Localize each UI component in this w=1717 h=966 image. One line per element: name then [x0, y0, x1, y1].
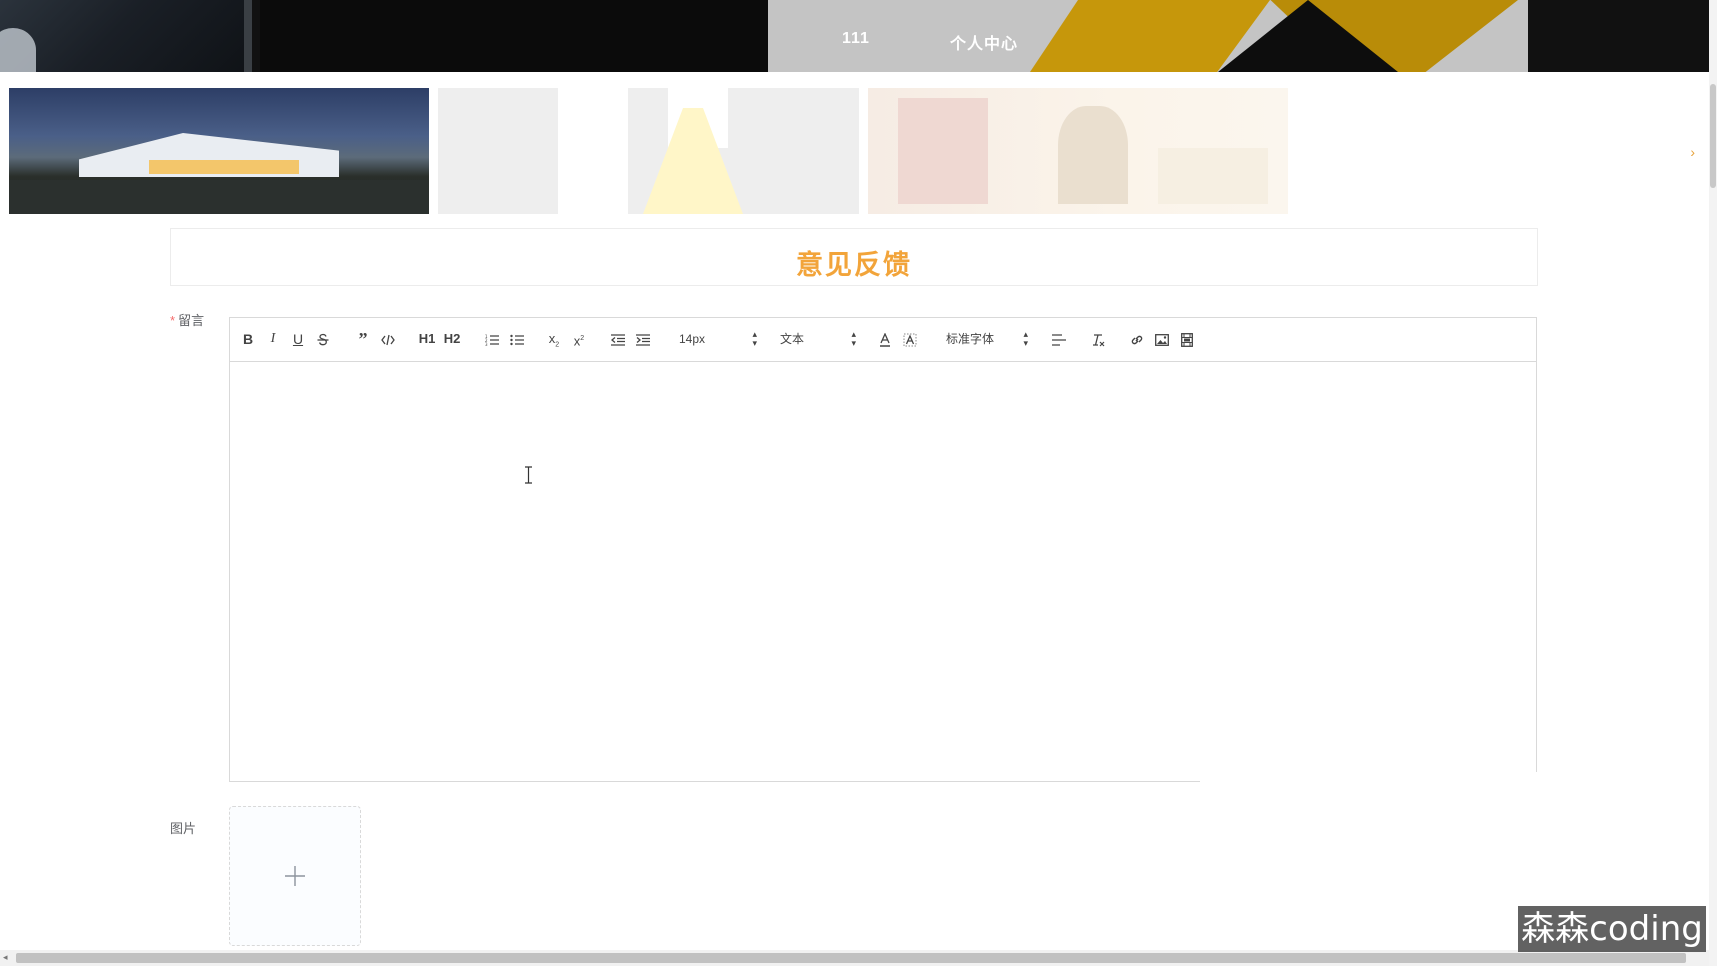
rich-text-editor: B I U ” H1 H2 123 x2 x2 14px ▴ ▾ 文本 ▴ ▾ … [229, 317, 1537, 782]
required-mark: * [170, 313, 176, 328]
header-type-caret-icon: ▴ ▾ [851, 329, 856, 348]
video-button[interactable] [1176, 329, 1198, 349]
nav-item-user-center[interactable]: 个人中心 [950, 30, 1018, 54]
bullet-list-button[interactable] [506, 329, 528, 349]
plus-icon [285, 866, 305, 886]
code-icon [381, 335, 395, 346]
outdent-button[interactable] [607, 329, 629, 349]
scroll-left-icon[interactable]: ◂ [3, 952, 8, 963]
font-color-icon [880, 332, 890, 348]
h1-button[interactable]: H1 [416, 329, 438, 349]
header-banner-middle [260, 0, 768, 72]
carousel-slide-city[interactable] [868, 88, 1288, 214]
horizontal-scrollbar[interactable]: ◂ [0, 950, 1709, 966]
bold-button[interactable]: B [237, 329, 259, 349]
header-type-value: 文本 [780, 332, 805, 346]
image-icon [1155, 334, 1169, 347]
ordered-list-button[interactable]: 123 [481, 329, 503, 349]
italic-button[interactable]: I [262, 329, 284, 349]
image-upload-box[interactable] [229, 806, 361, 946]
font-size-select[interactable]: 14px ▴ ▾ [679, 329, 757, 349]
background-color-button[interactable] [899, 329, 921, 349]
horizontal-scrollbar-thumb[interactable] [16, 953, 1686, 963]
blockquote-icon[interactable]: ” [352, 329, 374, 349]
message-label-text: 留言 [178, 313, 205, 328]
page-title: 意见反馈 [796, 250, 912, 280]
feedback-title-card: 意见反馈 [170, 228, 1538, 286]
underline-button[interactable]: U [287, 329, 309, 349]
text-cursor-icon [525, 466, 532, 484]
editor-overlay-patch [1200, 772, 1540, 802]
image-button[interactable] [1151, 329, 1173, 349]
watermark: 森森coding [1518, 906, 1706, 952]
bullet-list-icon [510, 335, 524, 346]
background-color-icon [903, 333, 917, 347]
code-block-button[interactable] [377, 329, 399, 349]
font-family-select[interactable]: 标准字体 ▴ ▾ [946, 329, 1028, 349]
link-button[interactable] [1126, 329, 1148, 349]
subscript-button[interactable]: x2 [543, 329, 565, 349]
header-banner-left [0, 0, 252, 72]
indent-icon [636, 334, 650, 346]
link-icon [1131, 336, 1143, 345]
font-size-value: 14px [679, 332, 706, 346]
clear-format-icon [1093, 334, 1105, 347]
image-label: 图片 [170, 821, 197, 836]
nav-item-111[interactable]: 111 [842, 30, 870, 48]
font-size-caret-icon: ▴ ▾ [752, 329, 757, 348]
header-banner-right [768, 0, 1709, 72]
header-type-select[interactable]: 文本 ▴ ▾ [780, 329, 856, 349]
align-button[interactable] [1048, 329, 1070, 349]
vertical-scrollbar[interactable] [1709, 0, 1717, 966]
message-label: * 留言 [170, 310, 204, 329]
svg-text:3: 3 [485, 342, 488, 346]
clear-format-button[interactable] [1087, 329, 1109, 349]
editor-toolbar: B I U ” H1 H2 123 x2 x2 14px ▴ ▾ 文本 ▴ ▾ … [230, 318, 1536, 362]
video-icon [1181, 333, 1193, 348]
align-left-icon [1052, 334, 1066, 346]
banner-carousel: › [0, 88, 1709, 214]
font-family-value: 标准字体 [946, 332, 995, 346]
outdent-icon [610, 334, 625, 346]
carousel-slide-graphic[interactable] [438, 88, 859, 214]
top-header: 111 个人中心 [0, 0, 1709, 72]
indent-button[interactable] [632, 329, 654, 349]
editor-content-area[interactable] [230, 362, 1536, 781]
font-family-caret-icon: ▴ ▾ [1023, 329, 1028, 348]
superscript-button[interactable]: x2 [568, 329, 590, 349]
h2-button[interactable]: H2 [441, 329, 463, 349]
vertical-scrollbar-thumb[interactable] [1710, 84, 1716, 188]
strikethrough-icon [317, 334, 329, 346]
ordered-list-icon: 123 [485, 334, 499, 347]
font-color-button[interactable] [874, 329, 896, 349]
strikethrough-button[interactable] [312, 329, 334, 349]
carousel-slide-stadium[interactable] [9, 88, 429, 214]
carousel-next-icon[interactable]: › [1690, 144, 1695, 160]
